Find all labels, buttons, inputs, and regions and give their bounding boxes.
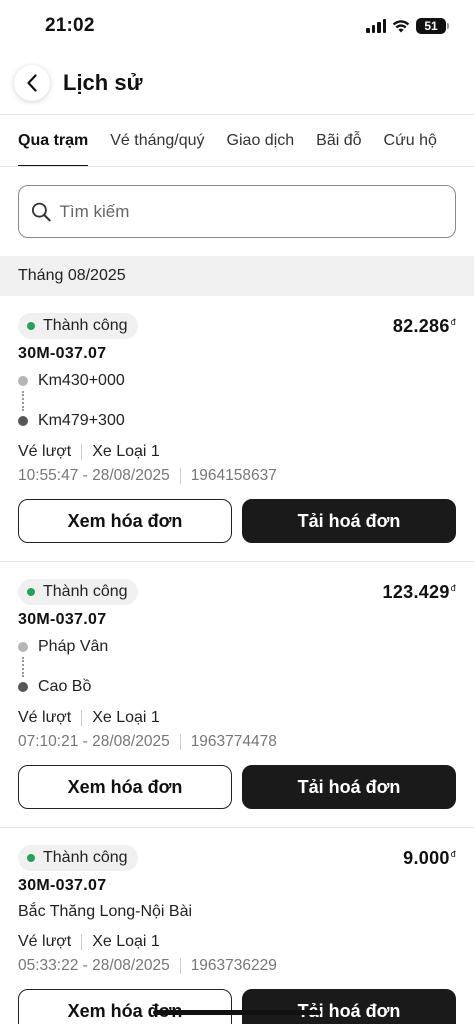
ticket-info: Vé lượt Xe Loại 1 — [18, 443, 456, 461]
ticket-type: Vé lượt — [18, 709, 72, 726]
divider — [179, 734, 181, 750]
header: Lịch sử — [0, 52, 474, 114]
transaction-meta: 10:55:47 - 28/08/2025 1964158637 — [18, 467, 456, 485]
status-icons: 51 — [366, 18, 449, 34]
amount: 9.000đ — [403, 847, 456, 868]
currency-symbol: đ — [450, 848, 456, 859]
transaction-datetime: 10:55:47 - 28/08/2025 — [18, 467, 170, 484]
divider — [81, 444, 83, 460]
month-header: Tháng 08/2025 — [0, 256, 474, 296]
transaction-meta: 05:33:22 - 28/08/2025 1963736229 — [18, 957, 456, 975]
transaction-card: Thành công 9.000đ 30M-037.07 Bắc Thăng L… — [0, 828, 474, 1024]
cellular-signal-icon — [366, 19, 386, 33]
status-badge: Thành công — [18, 579, 138, 605]
transaction-datetime: 05:33:22 - 28/08/2025 — [18, 957, 170, 974]
divider — [179, 468, 181, 484]
status-time: 21:02 — [45, 15, 95, 36]
route-end-icon — [18, 682, 28, 692]
success-dot-icon — [27, 322, 35, 330]
transaction-code: 1963774478 — [190, 733, 277, 750]
divider — [81, 934, 83, 950]
route-to: Km479+300 — [38, 412, 125, 429]
tab-qua-tram[interactable]: Qua trạm — [18, 115, 89, 166]
ticket-type: Vé lượt — [18, 933, 72, 950]
tab-giao-dich[interactable]: Giao dịch — [227, 115, 295, 166]
view-invoice-button[interactable]: Xem hóa đơn — [18, 499, 232, 543]
wifi-icon — [392, 20, 410, 33]
divider — [179, 958, 181, 974]
vehicle-class: Xe Loại 1 — [92, 443, 160, 460]
tab-cuu-ho[interactable]: Cứu hộ — [384, 115, 437, 166]
divider — [81, 710, 83, 726]
success-dot-icon — [27, 588, 35, 596]
transaction-card: Thành công 123.429đ 30M-037.07 Pháp Vân … — [0, 562, 474, 828]
amount: 82.286đ — [392, 315, 456, 336]
view-invoice-button[interactable]: Xem hóa đơn — [18, 989, 232, 1024]
ticket-info: Vé lượt Xe Loại 1 — [18, 933, 456, 951]
search-box[interactable] — [18, 185, 456, 238]
vehicle-class: Xe Loại 1 — [92, 709, 160, 726]
home-indicator[interactable] — [153, 1010, 321, 1015]
status-label: Thành công — [43, 849, 128, 866]
license-plate: 30M-037.07 — [18, 877, 107, 894]
page-title: Lịch sử — [63, 70, 143, 95]
status-label: Thành công — [43, 317, 128, 334]
route-to: Cao Bồ — [38, 678, 92, 695]
transaction-code: 1963736229 — [190, 957, 277, 974]
search-section — [0, 167, 474, 256]
route-from: Pháp Vân — [38, 638, 109, 655]
license-plate: 30M-037.07 — [18, 345, 107, 362]
route-connector — [22, 391, 24, 411]
chevron-left-icon — [27, 74, 37, 92]
tab-ve-thang-quy[interactable]: Vé tháng/quý — [110, 115, 204, 166]
transaction-meta: 07:10:21 - 28/08/2025 1963774478 — [18, 733, 456, 751]
tab-bai-do[interactable]: Bãi đỗ — [316, 115, 361, 166]
search-icon — [31, 202, 51, 221]
view-invoice-button[interactable]: Xem hóa đơn — [18, 765, 232, 809]
download-invoice-button[interactable]: Tải hoá đơn — [242, 989, 456, 1024]
status-bar: 21:02 51 — [0, 0, 474, 52]
status-badge: Thành công — [18, 845, 138, 871]
route-end-icon — [18, 416, 28, 426]
currency-symbol: đ — [450, 582, 456, 593]
tab-bar: Qua trạm Vé tháng/quý Giao dịch Bãi đỗ C… — [0, 114, 474, 167]
download-invoice-button[interactable]: Tải hoá đơn — [242, 765, 456, 809]
transaction-card: Thành công 82.286đ 30M-037.07 Km430+000 … — [0, 296, 474, 562]
route-from: Km430+000 — [38, 372, 125, 389]
toll-station: Bắc Thăng Long-Nội Bài — [18, 903, 193, 920]
ticket-type: Vé lượt — [18, 443, 72, 460]
search-input[interactable] — [59, 201, 443, 222]
amount: 123.429đ — [382, 581, 456, 602]
currency-symbol: đ — [450, 316, 456, 327]
license-plate: 30M-037.07 — [18, 611, 107, 628]
route-start-icon — [18, 376, 28, 386]
back-button[interactable] — [14, 65, 50, 101]
ticket-info: Vé lượt Xe Loại 1 — [18, 709, 456, 727]
status-badge: Thành công — [18, 313, 138, 339]
route: Km430+000 Km479+300 — [18, 371, 456, 431]
battery-icon: 51 — [416, 18, 449, 34]
success-dot-icon — [27, 854, 35, 862]
vehicle-class: Xe Loại 1 — [92, 933, 160, 950]
route-connector — [22, 657, 24, 677]
route-start-icon — [18, 642, 28, 652]
status-label: Thành công — [43, 583, 128, 600]
transaction-code: 1964158637 — [190, 467, 277, 484]
transaction-datetime: 07:10:21 - 28/08/2025 — [18, 733, 170, 750]
route: Pháp Vân Cao Bồ — [18, 637, 456, 697]
download-invoice-button[interactable]: Tải hoá đơn — [242, 499, 456, 543]
